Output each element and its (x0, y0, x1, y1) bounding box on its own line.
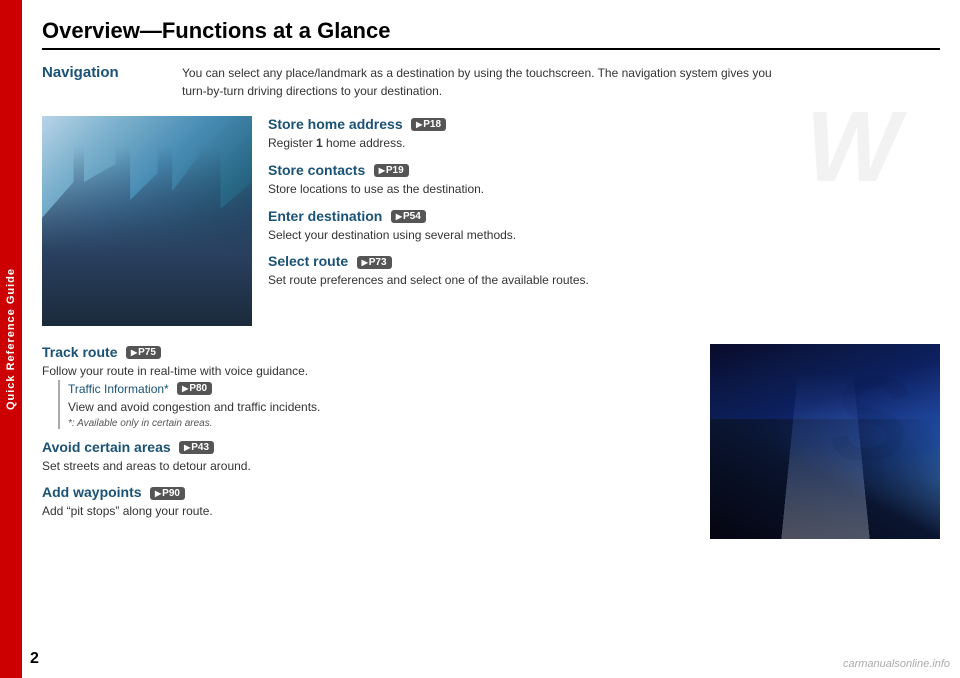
traffic-info-desc: View and avoid congestion and traffic in… (68, 399, 694, 416)
function-add-waypoints: Add waypoints P90 Add “pit stops” along … (42, 484, 694, 520)
traffic-info-ref[interactable]: P80 (177, 382, 212, 395)
add-waypoints-desc: Add “pit stops” along your route. (42, 503, 694, 520)
w-decoration: W (806, 90, 900, 205)
track-route-desc: Follow your route in real-time with voic… (42, 363, 694, 380)
store-home-title: Store home address (268, 116, 403, 132)
page-number: 2 (30, 650, 39, 668)
sub-item-traffic: Traffic Information* P80 View and avoid … (58, 380, 694, 429)
store-contacts-ref[interactable]: P19 (374, 164, 409, 177)
enter-destination-title: Enter destination (268, 208, 382, 224)
sidebar-tab: Quick Reference Guide (0, 0, 22, 678)
store-home-ref[interactable]: P18 (411, 118, 446, 131)
track-route-ref[interactable]: P75 (126, 346, 161, 359)
enter-destination-desc: Select your destination using several me… (268, 227, 940, 244)
navigation-desc-line2: turn-by-turn driving directions to your … (182, 84, 442, 98)
avoid-areas-desc: Set streets and areas to detour around. (42, 458, 694, 475)
page-title: Overview—Functions at a Glance (42, 18, 940, 50)
add-waypoints-ref[interactable]: P90 (150, 487, 185, 500)
s-decoration: S (830, 350, 910, 488)
lower-function-list: Track route P75 Follow your route in rea… (42, 344, 694, 539)
traffic-info-note: *: Available only in certain areas. (68, 418, 694, 429)
store-contacts-title: Store contacts (268, 162, 365, 178)
navigation-desc-line1: You can select any place/landmark as a d… (182, 66, 772, 80)
sidebar-label: Quick Reference Guide (5, 268, 17, 410)
navigation-label: Navigation (42, 64, 119, 81)
add-waypoints-title: Add waypoints (42, 484, 142, 500)
watermark: carmanualsonline.info (843, 658, 950, 670)
lower-section: Track route P75 Follow your route in rea… (42, 344, 940, 539)
select-route-title: Select route (268, 253, 348, 269)
traffic-info-title: Traffic Information* (68, 382, 169, 396)
avoid-areas-title: Avoid certain areas (42, 439, 171, 455)
function-avoid-areas: Avoid certain areas P43 Set streets and … (42, 439, 694, 475)
track-route-title: Track route (42, 344, 117, 360)
avoid-areas-ref[interactable]: P43 (179, 441, 214, 454)
function-select-route: Select route P73 Set route preferences a… (268, 253, 940, 289)
select-route-desc: Set route preferences and select one of … (268, 272, 940, 289)
select-route-ref[interactable]: P73 (357, 256, 392, 269)
function-enter-destination: Enter destination P54 Select your destin… (268, 208, 940, 244)
enter-destination-ref[interactable]: P54 (391, 210, 426, 223)
navigation-label-container: Navigation (42, 64, 182, 100)
building-image (42, 116, 252, 326)
function-track-route: Track route P75 Follow your route in rea… (42, 344, 694, 429)
